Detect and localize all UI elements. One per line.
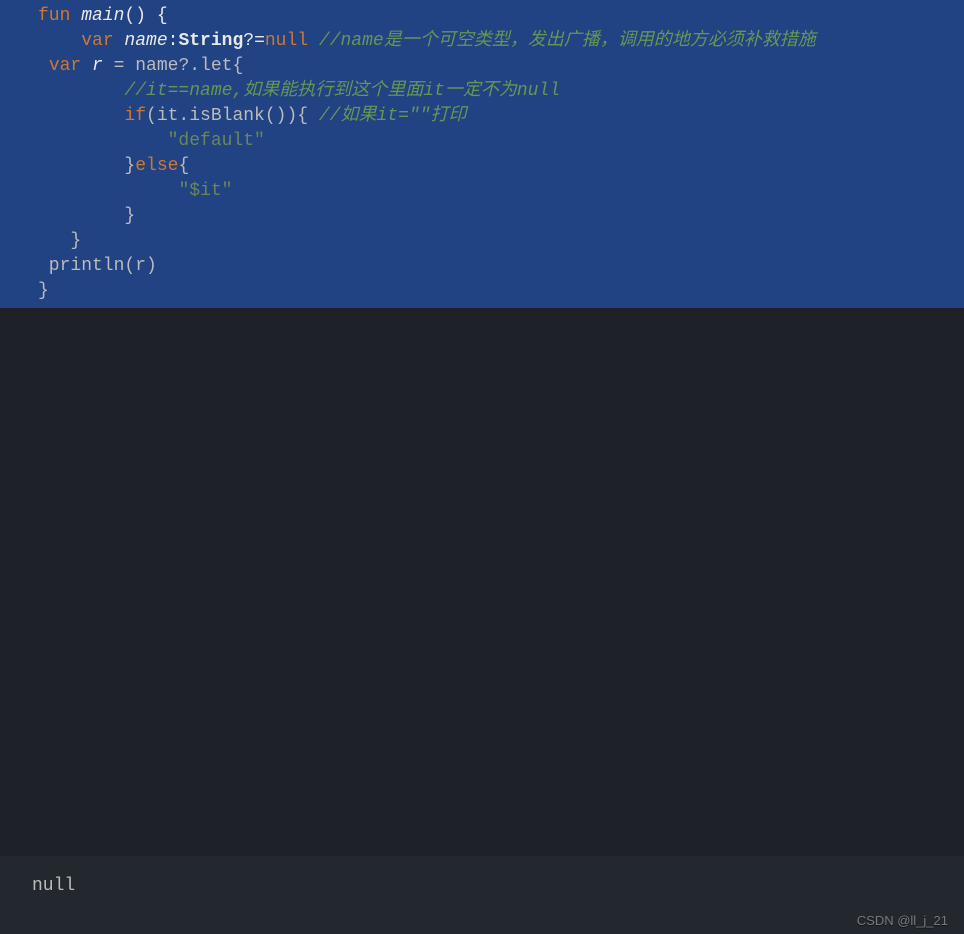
- console-output: null: [32, 866, 948, 902]
- code-line-11: println(r): [38, 254, 964, 279]
- code-line-12: }: [38, 279, 964, 304]
- code-line-3: var r = name?.let{: [38, 54, 964, 79]
- var-name: name: [114, 31, 168, 51]
- type-name: String: [178, 31, 243, 51]
- keyword-var: var: [81, 31, 113, 51]
- comment: //name是一个可空类型，发出广播，调用的地方必须补救措施: [319, 31, 816, 51]
- editor-empty-area[interactable]: [0, 308, 964, 856]
- code-line-6: "default": [38, 129, 964, 154]
- console-panel[interactable]: null CSDN @ll_j_21: [0, 856, 964, 934]
- punct: () {: [124, 6, 167, 26]
- code-line-1: fun main() {: [38, 4, 964, 29]
- var-r: r: [81, 56, 103, 76]
- code-line-10: }: [38, 229, 964, 254]
- code-line-5: if(it.isBlank()){ //如果it=""打印: [38, 104, 964, 129]
- string-literal: "default": [168, 131, 265, 151]
- code-line-9: }: [38, 204, 964, 229]
- code-line-4: //it==name,如果能执行到这个里面it一定不为null: [38, 79, 964, 104]
- comment: //it==name,如果能执行到这个里面it一定不为null: [124, 81, 560, 101]
- string-literal: "$it": [178, 181, 232, 201]
- watermark: CSDN @ll_j_21: [857, 913, 948, 928]
- comment: //如果it=""打印: [319, 106, 467, 126]
- keyword-if: if: [124, 106, 146, 126]
- code-line-2: var name:String?=null //name是一个可空类型，发出广播…: [38, 29, 964, 54]
- keyword-fun: fun: [38, 6, 70, 26]
- function-name: main: [70, 6, 124, 26]
- code-editor-selection[interactable]: fun main() { var name:String?=null //nam…: [0, 0, 964, 308]
- keyword-else: else: [135, 156, 178, 176]
- code-line-7: }else{: [38, 154, 964, 179]
- keyword-var: var: [49, 56, 81, 76]
- keyword-null: null: [265, 31, 308, 51]
- code-line-8: "$it": [38, 179, 964, 204]
